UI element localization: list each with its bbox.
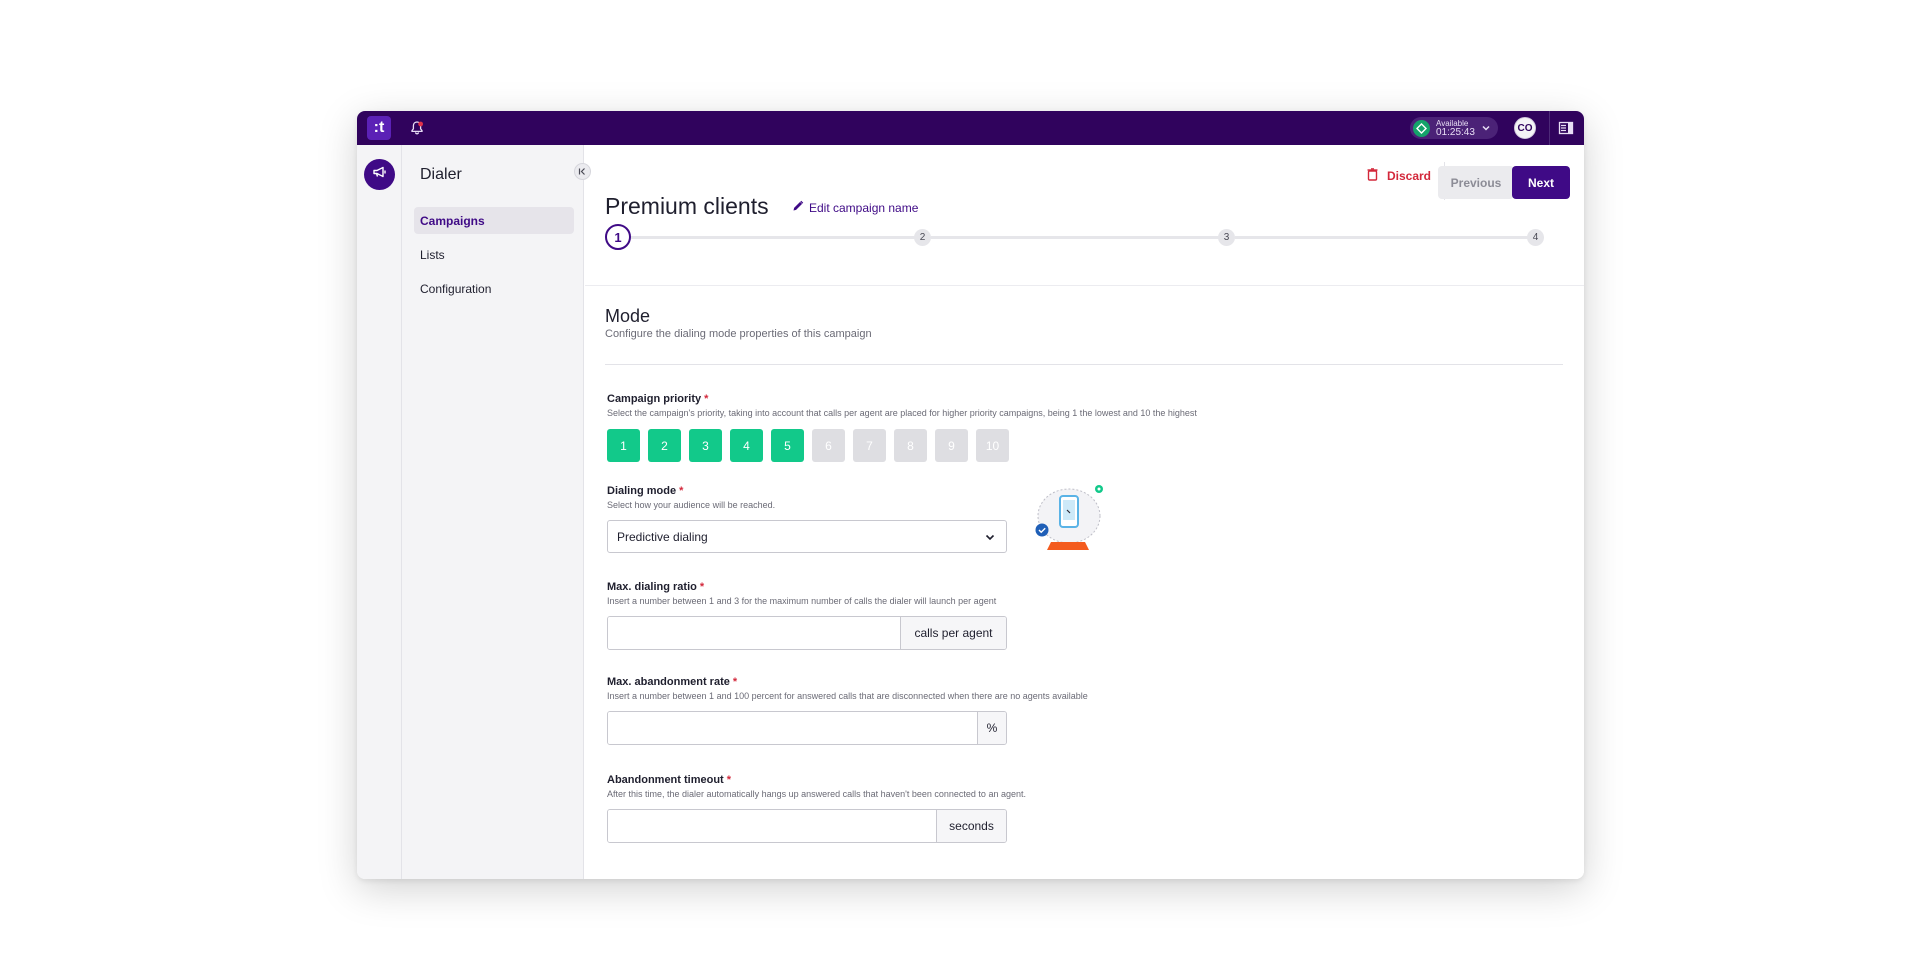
- priority-help: Select the campaign's priority, taking i…: [607, 408, 1197, 418]
- max-ratio-field: calls per agent: [607, 616, 1007, 650]
- priority-option-3[interactable]: 3: [689, 429, 722, 462]
- priority-option-8[interactable]: 8: [894, 429, 927, 462]
- priority-option-4[interactable]: 4: [730, 429, 763, 462]
- page-title: Premium clients: [605, 193, 769, 219]
- discard-button[interactable]: Discard: [1367, 168, 1431, 184]
- stepper-connector: [931, 236, 1227, 239]
- status-text: Available 01:25:43: [1436, 119, 1475, 138]
- required-marker: *: [732, 676, 738, 688]
- priority-option-1[interactable]: 1: [607, 429, 640, 462]
- stepper-connector: [631, 236, 922, 239]
- max-abandonment-input[interactable]: [608, 712, 977, 744]
- abandonment-timeout-input[interactable]: [608, 810, 936, 842]
- abandonment-timeout-label: Abandonment timeout *: [607, 774, 731, 786]
- section-divider: [605, 364, 1563, 365]
- required-marker: *: [699, 581, 705, 593]
- agent-status-selector[interactable]: Available 01:25:43: [1410, 117, 1498, 139]
- collapse-left-icon: [578, 163, 587, 181]
- dialing-mode-help: Select how your audience will be reached…: [607, 500, 776, 510]
- user-avatar[interactable]: CO: [1514, 117, 1536, 139]
- next-button[interactable]: Next: [1512, 166, 1570, 199]
- app-rail: [357, 145, 402, 879]
- abandonment-timeout-suffix: seconds: [936, 810, 1006, 842]
- abandonment-timeout-help: After this time, the dialer automaticall…: [607, 789, 1026, 799]
- status-available-icon: [1413, 119, 1430, 137]
- priority-option-5[interactable]: 5: [771, 429, 804, 462]
- step-4[interactable]: 4: [1527, 229, 1544, 246]
- sidebar-nav: Campaigns Lists Configuration: [414, 207, 574, 309]
- edit-campaign-name-link[interactable]: Edit campaign name: [792, 200, 918, 215]
- max-abandonment-field: %: [607, 711, 1007, 745]
- stepper-connector: [1235, 236, 1535, 239]
- max-ratio-label: Max. dialing ratio *: [607, 581, 704, 593]
- dialing-mode-label: Dialing mode *: [607, 485, 683, 497]
- max-abandonment-label-text: Max. abandonment rate: [607, 676, 730, 688]
- sidebar-item-lists[interactable]: Lists: [414, 241, 574, 268]
- previous-button[interactable]: Previous: [1438, 166, 1514, 199]
- priority-label-text: Campaign priority: [607, 393, 702, 405]
- edit-campaign-name-label: Edit campaign name: [809, 200, 919, 215]
- priority-option-9[interactable]: 9: [935, 429, 968, 462]
- dialer-app-button[interactable]: [364, 159, 395, 190]
- sidebar-item-configuration[interactable]: Configuration: [414, 275, 574, 302]
- required-marker: *: [679, 485, 684, 497]
- max-ratio-help: Insert a number between 1 and 3 for the …: [607, 596, 997, 606]
- chevron-down-icon: [1480, 121, 1492, 133]
- sidebar: Dialer Campaigns Lists Configuration: [402, 145, 591, 879]
- app-logo[interactable]: :t: [367, 116, 391, 140]
- max-ratio-suffix: calls per agent: [900, 617, 1006, 649]
- priority-label: Campaign priority *: [607, 393, 708, 405]
- main-content: Premium clients Edit campaign name Disca…: [585, 145, 1584, 879]
- priority-option-6[interactable]: 6: [812, 429, 845, 462]
- progress-stepper: 1 2 3 4: [605, 224, 1563, 250]
- predictive-dialing-illustration: [1027, 480, 1111, 560]
- max-abandonment-suffix: %: [977, 712, 1006, 744]
- trash-icon: [1367, 168, 1387, 184]
- collapse-sidebar-button[interactable]: [574, 163, 591, 180]
- step-1[interactable]: 1: [605, 224, 631, 250]
- step-2[interactable]: 2: [914, 229, 931, 246]
- sidebar-title: Dialer: [420, 166, 462, 183]
- required-marker: *: [726, 774, 731, 786]
- max-abandonment-label: Max. abandonment rate *: [607, 676, 737, 688]
- max-abandonment-help: Insert a number between 1 and 100 percen…: [607, 691, 1088, 701]
- topbar-divider: [1549, 111, 1550, 145]
- priority-selector: 1 2 3 4 5 6 7 8 9 10: [607, 429, 1017, 462]
- max-ratio-input[interactable]: [608, 617, 900, 649]
- chevron-down-icon: [984, 531, 996, 546]
- priority-option-2[interactable]: 2: [648, 429, 681, 462]
- section-title: Mode: [605, 306, 651, 326]
- notification-bell-icon[interactable]: [409, 120, 425, 136]
- page-header: Premium clients Edit campaign name Disca…: [585, 145, 1584, 286]
- priority-option-7[interactable]: 7: [853, 429, 886, 462]
- step-3[interactable]: 3: [1218, 229, 1235, 246]
- dialing-mode-value: Predictive dialing: [617, 529, 708, 544]
- dialing-mode-select[interactable]: Predictive dialing: [607, 520, 1007, 553]
- priority-option-10[interactable]: 10: [976, 429, 1009, 462]
- abandonment-timeout-field: seconds: [607, 809, 1007, 843]
- dialing-mode-label-text: Dialing mode: [607, 485, 677, 497]
- required-marker: *: [704, 393, 709, 405]
- pencil-icon: [792, 200, 809, 215]
- top-bar: :t Available 01:25:43 CO: [357, 111, 1584, 145]
- side-panel-icon[interactable]: [1558, 120, 1574, 136]
- abandonment-timeout-label-text: Abandonment timeout: [607, 774, 724, 786]
- section-subtitle: Configure the dialing mode properties of…: [605, 328, 872, 340]
- status-timer: 01:25:43: [1436, 127, 1475, 138]
- sidebar-item-campaigns[interactable]: Campaigns: [414, 207, 574, 234]
- megaphone-icon: [372, 164, 388, 185]
- discard-label: Discard: [1386, 169, 1431, 183]
- max-ratio-label-text: Max. dialing ratio: [607, 581, 697, 593]
- app-window: :t Available 01:25:43 CO Dialer Campaign…: [357, 111, 1584, 879]
